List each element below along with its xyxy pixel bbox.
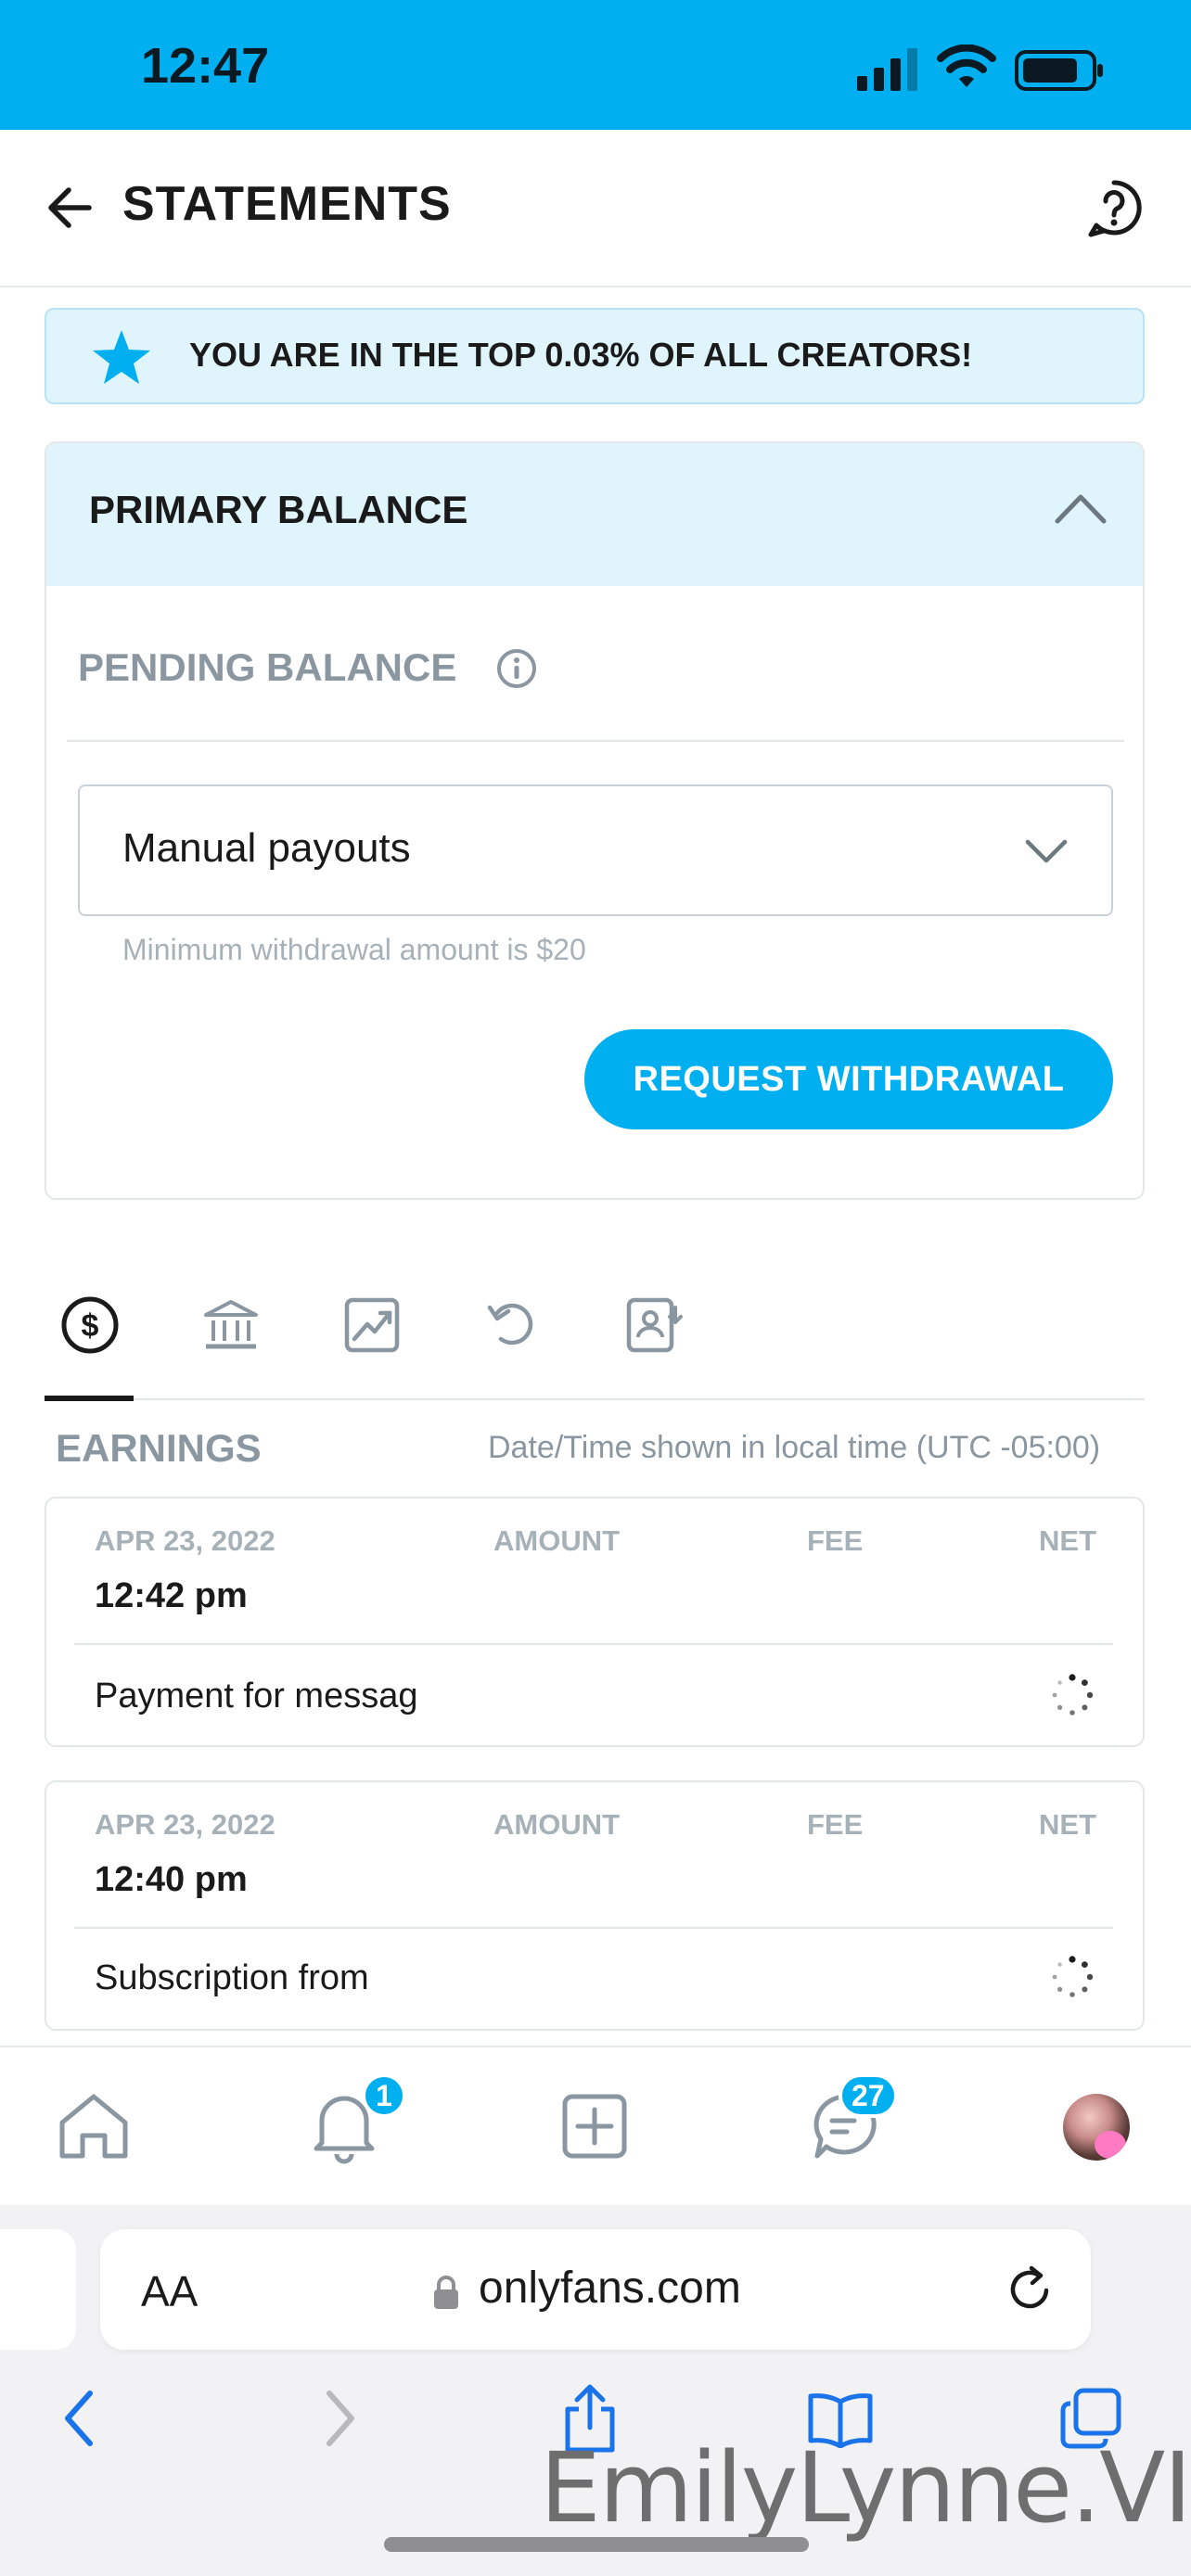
- tab-referrals[interactable]: [612, 1283, 696, 1367]
- tab-payouts[interactable]: [189, 1283, 273, 1367]
- page-title: STATEMENTS: [122, 177, 452, 231]
- browser-back-button[interactable]: [43, 2381, 117, 2455]
- back-button[interactable]: [37, 171, 102, 245]
- undo-icon: [487, 1303, 533, 1345]
- tabs-divider: [45, 1398, 1145, 1400]
- plus-square-icon: [562, 2094, 627, 2159]
- row-divider: [74, 1643, 1113, 1645]
- info-icon[interactable]: [495, 647, 538, 690]
- earning-date: APR 23, 2022: [95, 1524, 275, 1557]
- reload-icon[interactable]: [1004, 2263, 1056, 2316]
- earning-description: Subscription from: [95, 1958, 369, 1997]
- nav-new-post-button[interactable]: [553, 2085, 636, 2168]
- star-icon: [93, 330, 150, 384]
- help-icon: [1088, 180, 1142, 237]
- payout-method-value: Manual payouts: [122, 825, 411, 871]
- chart-icon: [344, 1297, 400, 1353]
- messages-badge: 27: [839, 2073, 898, 2118]
- chevron-left-icon: [65, 2391, 93, 2446]
- earning-date: APR 23, 2022: [95, 1808, 275, 1841]
- status-time: 12:47: [141, 38, 270, 94]
- watermark-text: EmilyLynne.VIP: [540, 2431, 1191, 2544]
- loading-spinner-icon: [1052, 1674, 1094, 1715]
- row-divider: [74, 1927, 1113, 1929]
- chevron-right-icon: [327, 2391, 354, 2446]
- earning-time: 12:42 pm: [95, 1576, 248, 1615]
- nav-home-button[interactable]: [52, 2085, 135, 2168]
- earning-time: 12:40 pm: [95, 1860, 248, 1899]
- tab-earnings[interactable]: $: [48, 1283, 132, 1367]
- earnings-heading: EARNINGS: [56, 1426, 262, 1470]
- previous-tab-preview[interactable]: [0, 2229, 76, 2350]
- reader-settings-button[interactable]: AA: [141, 2266, 198, 2316]
- notifications-badge: 1: [362, 2073, 406, 2118]
- net-column-header: NET: [1039, 1524, 1096, 1557]
- wifi-icon: [937, 45, 996, 87]
- fee-column-header: FEE: [807, 1524, 864, 1557]
- fee-column-header: FEE: [807, 1808, 864, 1841]
- divider: [67, 740, 1124, 742]
- timezone-note: Date/Time shown in local time (UTC -05:0…: [488, 1430, 1101, 1465]
- dollar-circle-icon: $: [61, 1296, 119, 1354]
- svg-text:$: $: [82, 1308, 99, 1344]
- cellular-signal-icon: [857, 48, 917, 91]
- home-indicator: [384, 2537, 809, 2552]
- loading-spinner-icon: [1052, 1956, 1094, 1997]
- bank-icon: [204, 1300, 258, 1349]
- banner-text: YOU ARE IN THE TOP 0.03% OF ALL CREATORS…: [189, 336, 973, 374]
- minimum-withdrawal-note: Minimum withdrawal amount is $20: [122, 933, 586, 966]
- pending-balance-label: PENDING BALANCE: [78, 645, 457, 689]
- balance-card-title: PRIMARY BALANCE: [89, 488, 468, 531]
- chevron-up-icon[interactable]: [1050, 486, 1111, 529]
- battery-icon: [1015, 50, 1103, 91]
- lock-icon: [434, 2276, 458, 2309]
- earning-description: Payment for messag: [95, 1677, 418, 1715]
- url-text: onlyfans.com: [479, 2264, 741, 2313]
- chevron-down-icon: [1025, 839, 1068, 863]
- amount-column-header: AMOUNT: [493, 1808, 621, 1841]
- active-tab-indicator: [45, 1396, 134, 1401]
- help-button[interactable]: [1080, 174, 1148, 245]
- profile-download-icon: [626, 1297, 683, 1353]
- net-column-header: NET: [1039, 1808, 1096, 1841]
- home-icon: [59, 2094, 128, 2159]
- arrow-left-icon: [48, 187, 92, 228]
- request-withdrawal-button[interactable]: REQUEST WITHDRAWAL: [584, 1029, 1113, 1129]
- profile-avatar[interactable]: [1063, 2094, 1130, 2161]
- browser-forward-button[interactable]: [302, 2381, 377, 2455]
- amount-column-header: AMOUNT: [493, 1524, 621, 1557]
- tab-refunds[interactable]: [471, 1283, 555, 1367]
- tab-statistics[interactable]: [330, 1283, 414, 1367]
